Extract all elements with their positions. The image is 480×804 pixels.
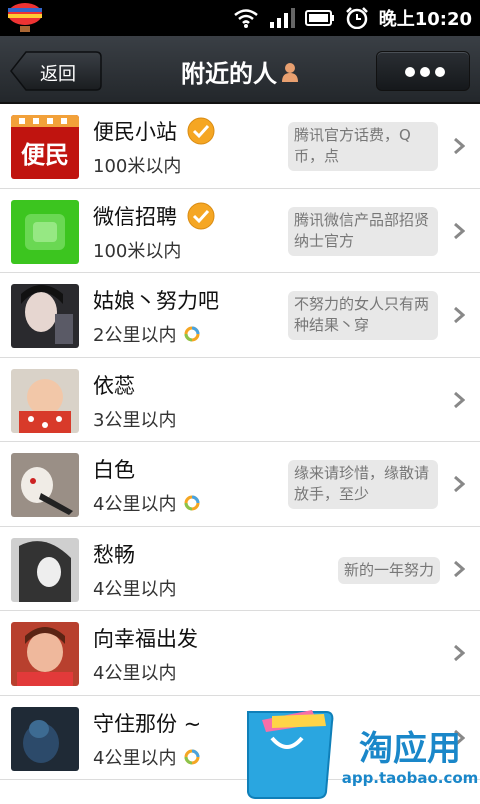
person-name: 依蕊 [93, 373, 135, 398]
chevron-right-icon [454, 137, 465, 155]
page-title: 附近的人 [181, 60, 277, 88]
list-item[interactable]: 愁畅 4公里以内 新的一年努力 [0, 526, 480, 611]
photo-avatar [11, 622, 79, 686]
alarm-clock-icon [345, 7, 368, 29]
watermark-url: app.taobao.com [342, 769, 479, 787]
person-distance: 4公里以内 [93, 578, 177, 600]
watermark-brand: 淘应用 [359, 729, 461, 769]
wifi-icon [233, 9, 258, 28]
balloon-app-icon [8, 3, 42, 32]
person-name: 姑娘丶努力吧 [93, 289, 219, 313]
more-button[interactable] [376, 51, 470, 91]
chevron-right-icon [454, 306, 465, 324]
list-item[interactable]: 向幸福出发 4公里以内 [0, 611, 480, 696]
list-item[interactable]: 便民 便民小站 100米以内 腾讯官方话费，Q币，点 [0, 104, 480, 189]
person-signature: 缘来请珍惜，缘散请放手，至少 [288, 460, 438, 509]
person-distance: 100米以内 [93, 240, 182, 262]
person-signature: 腾讯微信产品部招贤纳士官方 [288, 206, 438, 256]
svg-text:便民: 便民 [21, 141, 69, 169]
photo-avatar [11, 706, 79, 771]
person-name: 守住那份 ~ [93, 711, 202, 736]
person-name: 向幸福出发 [93, 627, 198, 651]
chevron-right-icon [454, 475, 465, 493]
person-distance: 4公里以内 [93, 663, 177, 684]
person-name: 白色 [93, 458, 135, 482]
bianmin-avatar: 便民 [11, 115, 79, 179]
person-distance: 4公里以内 [93, 747, 177, 769]
status-bar: 晚上10:20 [0, 0, 480, 36]
person-name: 便民小站 [93, 120, 177, 144]
chevron-right-icon [454, 560, 465, 577]
taobao-app-watermark: 淘应用 app.taobao.com [242, 706, 480, 800]
chevron-right-icon [454, 391, 465, 408]
baby-photo-avatar [11, 368, 79, 433]
person-distance: 100米以内 [93, 156, 182, 177]
signal-icon [269, 8, 295, 28]
chevron-right-icon [454, 222, 465, 239]
clock-time: 晚上10:20 [378, 9, 472, 30]
list-item[interactable]: 微信招聘 100米以内 腾讯微信产品部招贤纳士官方 [0, 188, 480, 273]
person-signature: 新的一年努力 [337, 556, 440, 584]
person-icon [282, 62, 298, 82]
album-ring-icon [184, 495, 200, 511]
person-signature: 不努力的女人只有两种结果丶穿 [288, 291, 438, 340]
chevron-right-icon [454, 644, 465, 662]
photo-avatar [11, 537, 79, 602]
taobao-bag-icon: 淘应用 app.taobao.com [247, 710, 479, 799]
title-bar: 返回 附近的人 [0, 36, 480, 104]
person-signature: 腾讯官方话费，Q币，点 [288, 122, 438, 171]
album-ring-icon [184, 326, 200, 342]
battery-icon [304, 10, 334, 26]
person-name: 愁畅 [93, 542, 135, 567]
list-item[interactable]: 姑娘丶努力吧 2公里以内 不努力的女人只有两种结果丶穿 [0, 273, 480, 358]
person-name: 微信招聘 [93, 204, 177, 229]
nearby-people-list: 便民 便民小站 100米以内 腾讯官方话费，Q币，点 微信招聘 100米以内 腾… [0, 104, 480, 780]
person-distance: 3公里以内 [93, 409, 177, 431]
person-distance: 4公里以内 [93, 494, 177, 515]
album-ring-icon [184, 749, 200, 764]
person-distance: 2公里以内 [93, 325, 177, 346]
photo-avatar [11, 284, 79, 348]
verified-badge-icon [187, 202, 215, 229]
photo-avatar [11, 453, 79, 517]
list-item[interactable]: 依蕊 3公里以内 [0, 357, 480, 442]
weixin-avatar [11, 199, 79, 264]
verified-badge-icon [187, 117, 215, 145]
more-dots-icon [405, 67, 445, 77]
list-item[interactable]: 白色 4公里以内 缘来请珍惜，缘散请放手，至少 [0, 442, 480, 527]
